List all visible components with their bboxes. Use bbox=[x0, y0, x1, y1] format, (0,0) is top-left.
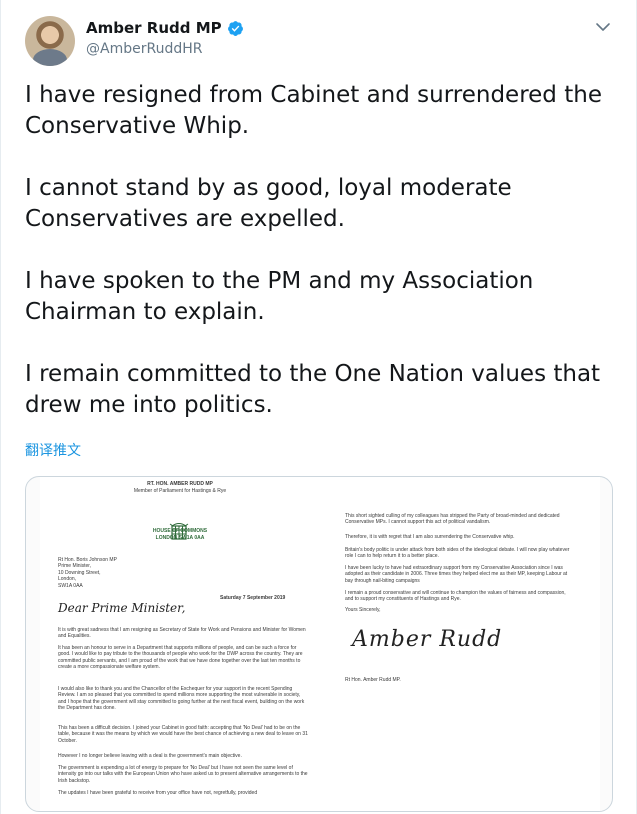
avatar-figure bbox=[33, 49, 67, 66]
author-handle[interactable]: @AmberRuddHR bbox=[86, 41, 202, 57]
letter-para-7: The updates I have been grateful to rece… bbox=[58, 790, 258, 796]
resignation-letter: RT. HON. AMBER RUDD MP Member of Parliam… bbox=[40, 477, 600, 811]
chevron-down-icon[interactable] bbox=[593, 18, 613, 36]
letter-right-para-1: This short sighted culling of my colleag… bbox=[345, 513, 560, 526]
letter-signature: Amber Rudd bbox=[352, 627, 503, 652]
translate-tweet-link[interactable]: 翻译推文 bbox=[25, 440, 81, 460]
letter-header-role: Member of Parliament for Hastings & Rye bbox=[133, 488, 227, 494]
letter-para-5: However I no longer believe leaving with… bbox=[58, 753, 242, 759]
author-name-row[interactable]: Amber Rudd MP bbox=[86, 19, 244, 37]
letter-right-para-4: I have been lucky to have had extraordin… bbox=[345, 565, 568, 584]
letter-para-6: The government is expending a lot of ene… bbox=[58, 765, 308, 784]
letter-para-1: It is with great sadness that I am resig… bbox=[58, 627, 306, 640]
letter-right-para-5: I remain a proud conservative and will c… bbox=[345, 590, 566, 603]
hoc-line2: LONDON SW1A 0AA bbox=[155, 535, 205, 541]
letter-para-2: It has been an honour to serve in a Depa… bbox=[58, 645, 303, 671]
letter-signed-name: Rt Hon. Amber Rudd MP. bbox=[345, 677, 401, 683]
verified-badge-icon bbox=[227, 20, 243, 36]
letter-right-para-2: Therefore, it is with regret that I am a… bbox=[345, 534, 515, 540]
hoc-line1: HOUSE OF COMMONS bbox=[152, 528, 208, 534]
tweet-media-image[interactable]: RT. HON. AMBER RUDD MP Member of Parliam… bbox=[25, 476, 613, 812]
tweet-text: I have resigned from Cabinet and surrend… bbox=[25, 82, 602, 418]
letter-header-name: RT. HON. AMBER RUDD MP bbox=[147, 481, 213, 487]
letter-right-para-3: Britain's body politic is under attack f… bbox=[345, 547, 570, 560]
tweet-card: Amber Rudd MP @AmberRuddHR I have resign… bbox=[0, 0, 637, 814]
avatar[interactable] bbox=[25, 16, 75, 66]
letter-date: Saturday 7 September 2019 bbox=[220, 595, 286, 601]
display-name[interactable]: Amber Rudd MP bbox=[86, 19, 222, 37]
letter-salutation: Dear Prime Minister, bbox=[58, 601, 186, 615]
letter-para-4: This has been a difficult decision. I jo… bbox=[58, 725, 308, 744]
letter-signoff: Yours Sincerely, bbox=[345, 607, 381, 613]
letter-para-3: I would also like to thank you and the C… bbox=[58, 686, 305, 712]
letter-addressee: Rt Hon. Boris Johnson MP Prime Minister,… bbox=[58, 557, 117, 589]
